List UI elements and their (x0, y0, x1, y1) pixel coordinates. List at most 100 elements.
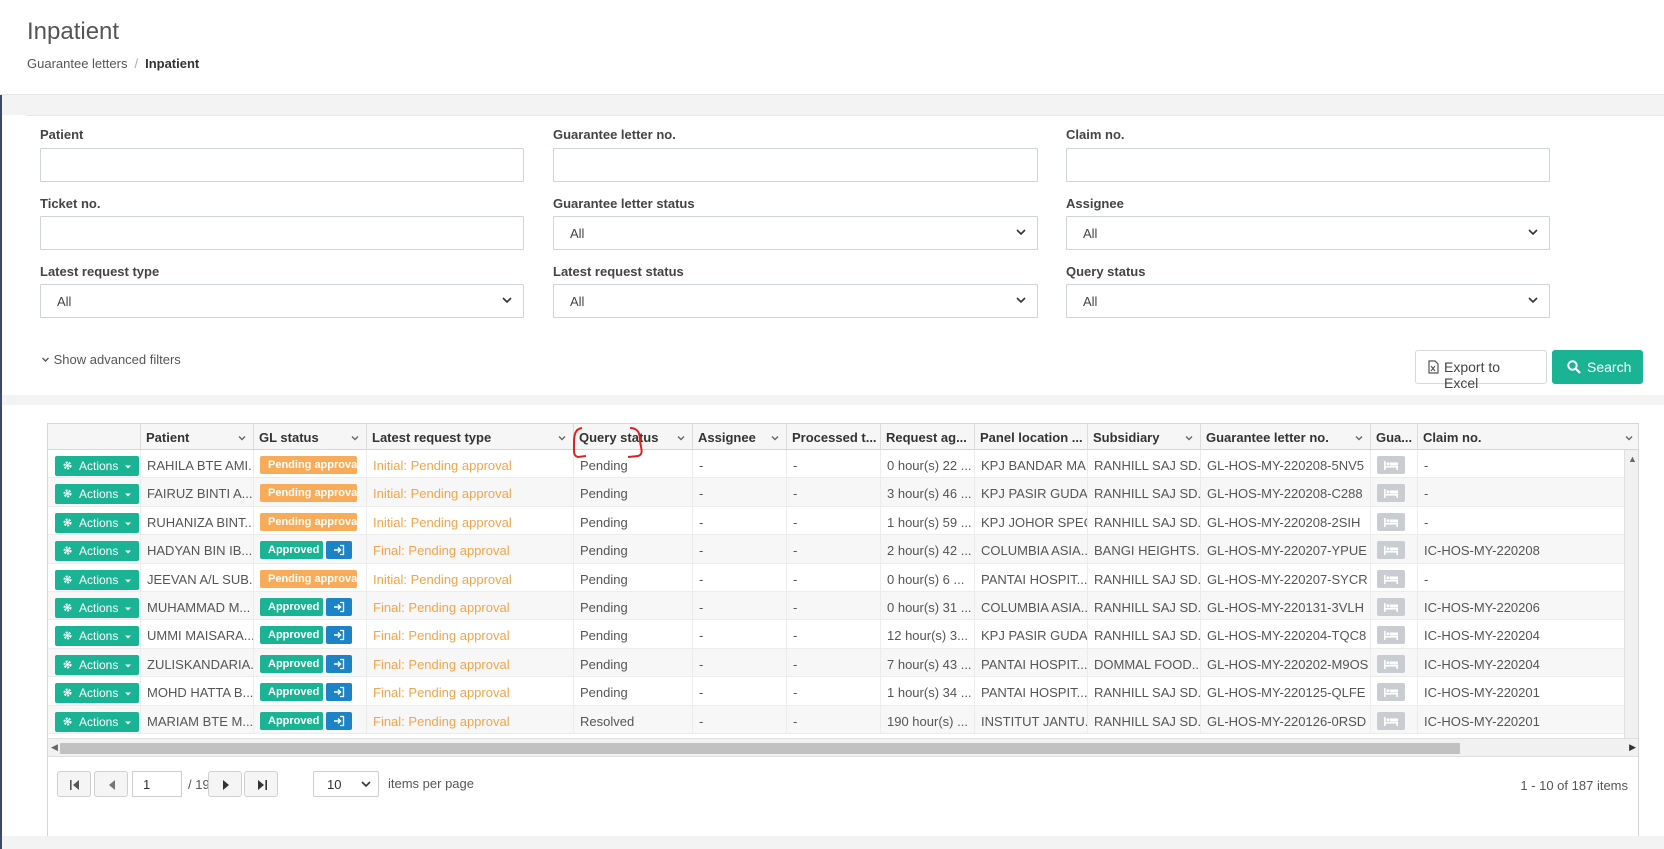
req-status-select[interactable]: All (553, 284, 1038, 318)
vertical-scrollbar[interactable]: ▲ (1624, 450, 1638, 738)
table-row[interactable]: Actions MARIAM BTE M... Approved Final: Pen… (48, 705, 1624, 734)
header-subsidiary[interactable]: Subsidiary (1087, 424, 1200, 450)
cell-req-type[interactable]: Final: Pending approval (366, 648, 573, 678)
cell-req-type[interactable]: Final: Pending approval (366, 677, 573, 706)
header-processed-time[interactable]: Processed t... (786, 424, 880, 450)
ticket-no-input[interactable] (40, 216, 524, 250)
cell-req-type[interactable]: Final: Pending approval (366, 535, 573, 564)
chevron-down-icon (41, 352, 50, 367)
cell-req-type[interactable]: Final: Pending approval (366, 592, 573, 621)
scrollbar-thumb[interactable] (60, 743, 1460, 754)
open-gl-button[interactable] (326, 626, 352, 645)
bed-button[interactable] (1377, 598, 1405, 616)
bed-button[interactable] (1377, 654, 1405, 673)
scroll-right-arrow-icon[interactable]: ▶ (1629, 742, 1636, 753)
prev-page-button[interactable] (94, 771, 128, 797)
cell-gl-no: GL-HOS-MY-220208-5NV5 (1200, 450, 1370, 479)
first-page-button[interactable] (57, 771, 91, 797)
open-gl-button[interactable] (326, 598, 352, 616)
chevron-down-icon[interactable] (1184, 431, 1194, 446)
page-number-input[interactable]: 1 (132, 771, 182, 797)
chevron-down-icon[interactable] (770, 431, 780, 446)
scroll-left-arrow-icon[interactable]: ◀ (51, 742, 58, 753)
chevron-down-icon[interactable] (676, 431, 686, 446)
cell-req-type[interactable]: Initial: Pending approval (366, 563, 573, 592)
header-query-status[interactable]: Query status (573, 424, 692, 450)
header-assignee[interactable]: Assignee (692, 424, 786, 450)
actions-button[interactable]: Actions (55, 654, 139, 675)
actions-button[interactable]: Actions (55, 484, 139, 505)
header-panel-location[interactable]: Panel location ... (974, 424, 1087, 450)
next-page-button[interactable] (208, 771, 242, 797)
open-gl-button[interactable] (326, 683, 352, 702)
bed-button[interactable] (1377, 512, 1405, 531)
actions-button[interactable]: Actions (55, 711, 139, 732)
actions-button[interactable]: Actions (55, 683, 139, 704)
header-gl-status[interactable]: GL status (253, 424, 366, 450)
bed-button[interactable] (1377, 683, 1405, 702)
cell-patient: MARIAM BTE M... (140, 705, 253, 734)
header-patient[interactable]: Patient (140, 424, 253, 450)
gl-status-select[interactable]: All (553, 216, 1038, 250)
cell-req-type[interactable]: Initial: Pending approval (366, 478, 573, 507)
header-gl-no[interactable]: Guarantee letter no. (1200, 424, 1370, 450)
actions-button[interactable]: Actions (55, 512, 139, 533)
last-page-button[interactable] (244, 771, 278, 797)
chevron-down-icon (1527, 226, 1539, 241)
table-row[interactable]: Actions HADYAN BIN IB... Approved Final: Pe… (48, 535, 1624, 564)
bed-button[interactable] (1377, 569, 1405, 588)
chevron-down-icon[interactable] (237, 431, 247, 446)
bed-button[interactable] (1377, 541, 1405, 560)
assignee-select[interactable]: All (1066, 216, 1550, 250)
search-button[interactable]: Search (1552, 350, 1643, 384)
cell-req-type[interactable]: Final: Pending approval (366, 705, 573, 734)
open-gl-button[interactable] (326, 654, 352, 673)
cell-req-type[interactable]: Initial: Pending approval (366, 450, 573, 479)
req-type-select[interactable]: All (40, 284, 524, 318)
actions-button[interactable]: Actions (55, 456, 139, 476)
table-row[interactable]: Actions MOHD HATTA B... Approved Final: Pen… (48, 677, 1624, 706)
gl-status-badge: Pending approval (260, 512, 360, 531)
table-row[interactable]: Actions ZULISKANDARIA... Approved Final: Pe… (48, 648, 1624, 678)
chevron-down-icon[interactable] (350, 431, 360, 446)
query-status-label: Query status (1066, 264, 1146, 279)
gear-icon (62, 630, 73, 644)
page-title: Inpatient (27, 18, 120, 45)
table-row[interactable]: Actions JEEVAN A/L SUB... Pending approval… (48, 563, 1624, 592)
table-row[interactable]: Actions UMMI MAISARA... Approved Final: Pen… (48, 620, 1624, 649)
actions-button[interactable]: Actions (55, 541, 139, 562)
header-latest-request-type[interactable]: Latest request type (366, 424, 573, 450)
cell-req-type[interactable]: Initial: Pending approval (366, 506, 573, 536)
chevron-down-icon[interactable] (557, 431, 567, 446)
header-request-age[interactable]: Request ag... (880, 424, 974, 450)
table-row[interactable]: Actions FAIRUZ BINTI A... Pending approval… (48, 478, 1624, 507)
table-row[interactable]: Actions RAHILA BTE AMI... Pending approval… (48, 450, 1624, 479)
header-guarantee[interactable]: Gua... (1370, 424, 1417, 450)
bed-button[interactable] (1377, 484, 1405, 503)
chevron-down-icon[interactable] (1354, 431, 1364, 446)
horizontal-scrollbar[interactable]: ◀ ▶ (48, 738, 1638, 756)
header-claim-no[interactable]: Claim no. (1417, 424, 1638, 450)
query-status-select[interactable]: All (1066, 284, 1550, 318)
gl-status-badge: Pending approval (260, 569, 360, 588)
chevron-down-icon[interactable] (1624, 431, 1634, 446)
bed-button[interactable] (1377, 456, 1405, 474)
table-row[interactable]: Actions RUHANIZA BINT... Pending approval I… (48, 506, 1624, 536)
export-to-excel-button[interactable]: Export to Excel (1415, 350, 1547, 391)
open-gl-button[interactable] (326, 541, 352, 560)
breadcrumb-link-guarantee-letters[interactable]: Guarantee letters (27, 56, 127, 71)
cell-req-type[interactable]: Final: Pending approval (366, 620, 573, 649)
bed-button[interactable] (1377, 626, 1405, 645)
patient-input[interactable] (40, 148, 524, 182)
scroll-up-arrow-icon[interactable]: ▲ (1628, 454, 1637, 464)
actions-button[interactable]: Actions (55, 626, 139, 647)
open-gl-button[interactable] (326, 711, 352, 730)
actions-button[interactable]: Actions (55, 569, 139, 590)
actions-button[interactable]: Actions (55, 598, 139, 618)
gl-no-input[interactable] (553, 148, 1038, 182)
claim-no-input[interactable] (1066, 148, 1550, 182)
bed-button[interactable] (1377, 711, 1405, 730)
page-size-select[interactable]: 10 (313, 771, 379, 797)
table-row[interactable]: Actions MUHAMMAD M... Approved Final: Pendi… (48, 592, 1624, 621)
show-advanced-filters-link[interactable]: Show advanced filters (41, 352, 181, 367)
